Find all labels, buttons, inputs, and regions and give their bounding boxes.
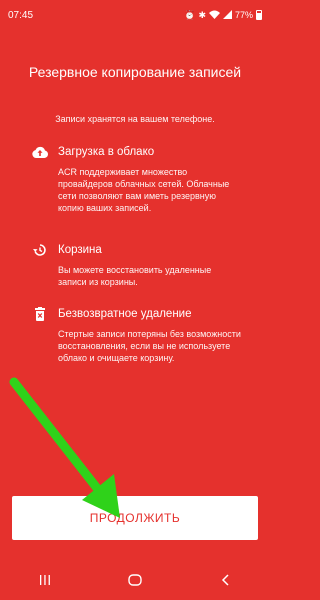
back-icon[interactable] <box>205 565 245 595</box>
section-cloud-upload: Загрузка в облако ACR поддерживает множе… <box>32 144 242 214</box>
status-bar: 07:45 ⏰ ✱ 77% <box>0 0 270 30</box>
page-title: Резервное копирование записей <box>28 64 242 80</box>
page-subtitle: Записи хранятся на вашем телефоне. <box>55 114 215 124</box>
home-icon[interactable] <box>115 565 155 595</box>
battery-icon <box>256 10 262 20</box>
section-permanent-delete: Безвозвратное удаление Стертые записи по… <box>32 306 242 364</box>
system-nav-bar <box>0 560 270 600</box>
status-time: 07:45 <box>8 9 34 21</box>
section-body: ACR поддерживает множество провайдеров о… <box>58 167 230 213</box>
alarm-icon: ⏰ <box>184 9 196 20</box>
status-icons: ⏰ ✱ 77% <box>184 9 262 21</box>
recents-icon[interactable] <box>25 565 65 595</box>
section-body: Вы можете восстановить удаленные записи … <box>58 265 212 287</box>
section-title: Загрузка в облако <box>58 146 155 158</box>
section-trash: Корзина Вы можете восстановить удаленные… <box>32 242 242 288</box>
restore-icon <box>32 242 48 258</box>
section-title: Безвозвратное удаление <box>58 308 192 320</box>
battery-percent: 77% <box>234 10 253 20</box>
continue-button[interactable]: ПРОДОЛЖИТЬ <box>12 496 258 540</box>
wifi-icon <box>208 10 220 21</box>
cloud-upload-icon <box>32 144 48 160</box>
section-body: Стертые записи потеряны без возможности … <box>58 329 241 363</box>
signal-icon <box>222 9 232 21</box>
bluetooth-icon: ✱ <box>198 9 206 20</box>
delete-forever-icon <box>32 306 48 322</box>
section-title: Корзина <box>58 244 102 256</box>
